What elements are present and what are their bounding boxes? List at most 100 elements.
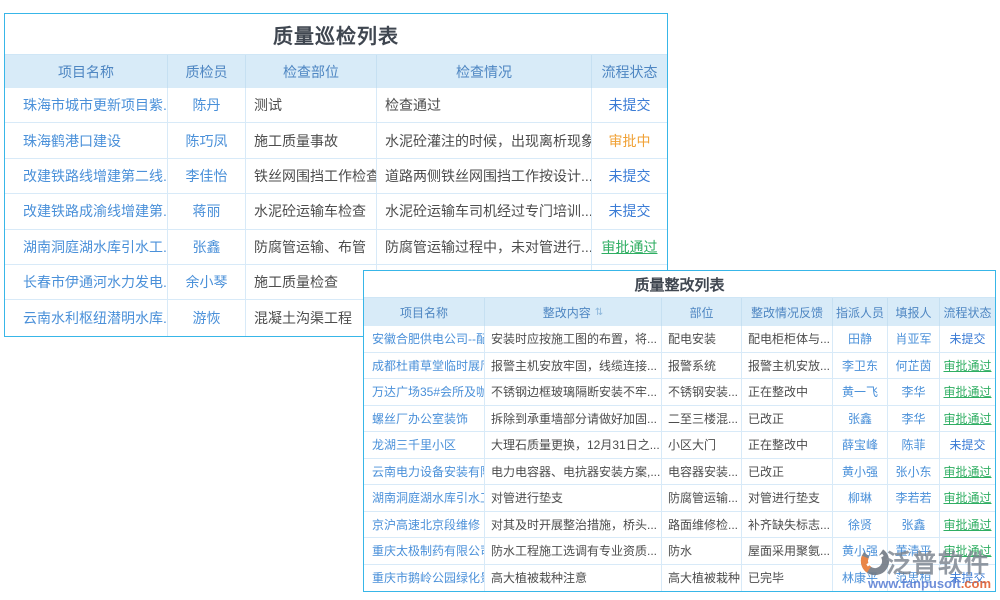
cell-project[interactable]: 改建铁路线增建第二线... — [5, 159, 168, 193]
cell-assignee[interactable]: 黄一飞 — [833, 379, 888, 405]
column-header-label: 流程状态 — [602, 62, 658, 82]
column-header-reporter: 填报人 — [888, 298, 940, 326]
cell-feedback: 报警主机安放... — [742, 353, 833, 379]
cell-reporter[interactable]: 董清平 — [888, 538, 940, 564]
cell-project[interactable]: 湖南洞庭湖水库引水工... — [5, 230, 168, 264]
cell-part: 路面维修检... — [662, 512, 742, 538]
cell-status[interactable]: 审批通过 — [940, 353, 995, 379]
cell-feedback: 已改正 — [742, 459, 833, 485]
table-row: 湖南洞庭湖水库引水工程施工标对管进行垫支防腐管运输...对管进行垫支柳琳李若若审… — [364, 485, 995, 512]
cell-inspector[interactable]: 张鑫 — [168, 230, 246, 264]
quality-rectification-body: 安徽合肥供电公司--配电设备...安装时应按施工图的布置，将...配电安装配电柜… — [364, 326, 995, 591]
cell-project[interactable]: 安徽合肥供电公司--配电设备... — [364, 326, 485, 352]
cell-reporter[interactable]: 张鑫 — [888, 512, 940, 538]
cell-inspector[interactable]: 陈丹 — [168, 88, 246, 122]
cell-inspector[interactable]: 蒋丽 — [168, 194, 246, 228]
cell-content: 对其及时开展整治措施，桥头... — [485, 512, 662, 538]
cell-inspector[interactable]: 游恢 — [168, 300, 246, 335]
cell-project[interactable]: 重庆市鹅岭公园绿化景观提升... — [364, 565, 485, 592]
cell-status[interactable]: 审批通过 — [940, 459, 995, 485]
cell-status[interactable]: 审批通过 — [940, 379, 995, 405]
cell-status[interactable]: 审批通过 — [940, 485, 995, 511]
cell-project[interactable]: 京沪高速北京段维修 — [364, 512, 485, 538]
cell-project[interactable]: 螺丝厂办公室装饰 — [364, 406, 485, 432]
cell-project[interactable]: 云南电力设备安装有限公司20... — [364, 459, 485, 485]
cell-status[interactable]: 审批中 — [592, 123, 667, 157]
cell-status[interactable]: 未提交 — [592, 88, 667, 122]
cell-project[interactable]: 珠海市城市更新项目紫... — [5, 88, 168, 122]
table-row: 螺丝厂办公室装饰拆除到承重墙部分请做好加固...二至三楼混...已改正张鑫李华审… — [364, 406, 995, 433]
column-header-project: 项目名称 — [364, 298, 485, 326]
cell-feedback: 正在整改中 — [742, 379, 833, 405]
cell-part: 测试 — [246, 88, 377, 122]
column-header-assignee: 指派人员 — [833, 298, 888, 326]
column-header-label: 部位 — [689, 304, 713, 321]
cell-reporter[interactable]: 肖亚军 — [888, 326, 940, 352]
cell-part: 施工质量检查 — [246, 265, 377, 299]
cell-assignee[interactable]: 黄小强 — [833, 538, 888, 564]
cell-part: 小区大门 — [662, 432, 742, 458]
cell-part: 防水 — [662, 538, 742, 564]
cell-feedback: 配电柜柜体与... — [742, 326, 833, 352]
cell-reporter[interactable]: 何芷茵 — [888, 353, 940, 379]
cell-inspector[interactable]: 李佳怡 — [168, 159, 246, 193]
cell-assignee[interactable]: 李卫东 — [833, 353, 888, 379]
cell-project[interactable]: 湖南洞庭湖水库引水工程施工标 — [364, 485, 485, 511]
cell-status[interactable]: 未提交 — [940, 565, 995, 592]
cell-assignee[interactable]: 张鑫 — [833, 406, 888, 432]
column-header-status: 流程状态 — [592, 55, 667, 88]
cell-project[interactable]: 万达广场35#会所及咖啡厅空... — [364, 379, 485, 405]
cell-situation: 水泥砼灌注的时候，出现离析现象 — [377, 123, 592, 157]
cell-status[interactable]: 审批通过 — [940, 406, 995, 432]
quality-inspection-title: 质量巡检列表 — [5, 14, 667, 55]
cell-project[interactable]: 成都杜甫草堂临时展厅独立展... — [364, 353, 485, 379]
column-header-status: 流程状态 — [940, 298, 995, 326]
column-header-inspector: 质检员 — [168, 55, 246, 88]
cell-part: 施工质量事故 — [246, 123, 377, 157]
cell-project[interactable]: 珠海鹤港口建设 — [5, 123, 168, 157]
cell-part: 防腐管运输... — [662, 485, 742, 511]
cell-part: 不锈钢安装... — [662, 379, 742, 405]
cell-status[interactable]: 未提交 — [940, 326, 995, 352]
cell-reporter[interactable]: 张小东 — [888, 459, 940, 485]
cell-status[interactable]: 未提交 — [592, 159, 667, 193]
cell-status[interactable]: 审批通过 — [940, 512, 995, 538]
cell-project[interactable]: 重庆太极制药有限公司亳州中... — [364, 538, 485, 564]
column-header-content[interactable]: 整改内容⇅ — [485, 298, 662, 326]
cell-project[interactable]: 长春市伊通河水力发电... — [5, 265, 168, 299]
cell-content: 不锈钢边框玻璃隔断安装不牢... — [485, 379, 662, 405]
cell-reporter[interactable]: 范思桓 — [888, 565, 940, 592]
column-header-label: 检查部位 — [283, 62, 339, 82]
cell-project[interactable]: 云南水利枢纽潜明水库... — [5, 300, 168, 335]
table-row: 改建铁路线增建第二线...李佳怡铁丝网围挡工作检查道路两侧铁丝网围挡工作按设计.… — [5, 159, 667, 194]
column-header-part: 检查部位 — [246, 55, 377, 88]
cell-feedback: 屋面采用聚氨... — [742, 538, 833, 564]
cell-status[interactable]: 审批通过 — [592, 230, 667, 264]
cell-assignee[interactable]: 田静 — [833, 326, 888, 352]
column-header-situation: 检查情况 — [377, 55, 592, 88]
cell-reporter[interactable]: 陈菲 — [888, 432, 940, 458]
cell-feedback: 已完毕 — [742, 565, 833, 592]
cell-reporter[interactable]: 李华 — [888, 406, 940, 432]
cell-project[interactable]: 龙湖三千里小区 — [364, 432, 485, 458]
cell-inspector[interactable]: 陈巧凤 — [168, 123, 246, 157]
cell-project[interactable]: 改建铁路成渝线增建第... — [5, 194, 168, 228]
cell-feedback: 补齐缺失标志... — [742, 512, 833, 538]
cell-assignee[interactable]: 柳琳 — [833, 485, 888, 511]
sort-icon[interactable]: ⇅ — [595, 307, 603, 318]
cell-status[interactable]: 未提交 — [940, 432, 995, 458]
cell-reporter[interactable]: 李华 — [888, 379, 940, 405]
cell-assignee[interactable]: 徐贤 — [833, 512, 888, 538]
cell-assignee[interactable]: 黄小强 — [833, 459, 888, 485]
table-row: 珠海市城市更新项目紫...陈丹测试检查通过未提交 — [5, 88, 667, 123]
column-header-label: 项目名称 — [400, 304, 448, 321]
cell-assignee[interactable]: 薛宝峰 — [833, 432, 888, 458]
table-row: 湖南洞庭湖水库引水工...张鑫防腐管运输、布管防腐管运输过程中，未对管进行...… — [5, 230, 667, 265]
cell-assignee[interactable]: 林康平 — [833, 565, 888, 592]
cell-reporter[interactable]: 李若若 — [888, 485, 940, 511]
cell-inspector[interactable]: 余小琴 — [168, 265, 246, 299]
cell-part: 水泥砼运输车检查 — [246, 194, 377, 228]
cell-status[interactable]: 审批通过 — [940, 538, 995, 564]
cell-status[interactable]: 未提交 — [592, 194, 667, 228]
column-header-part: 部位 — [662, 298, 742, 326]
